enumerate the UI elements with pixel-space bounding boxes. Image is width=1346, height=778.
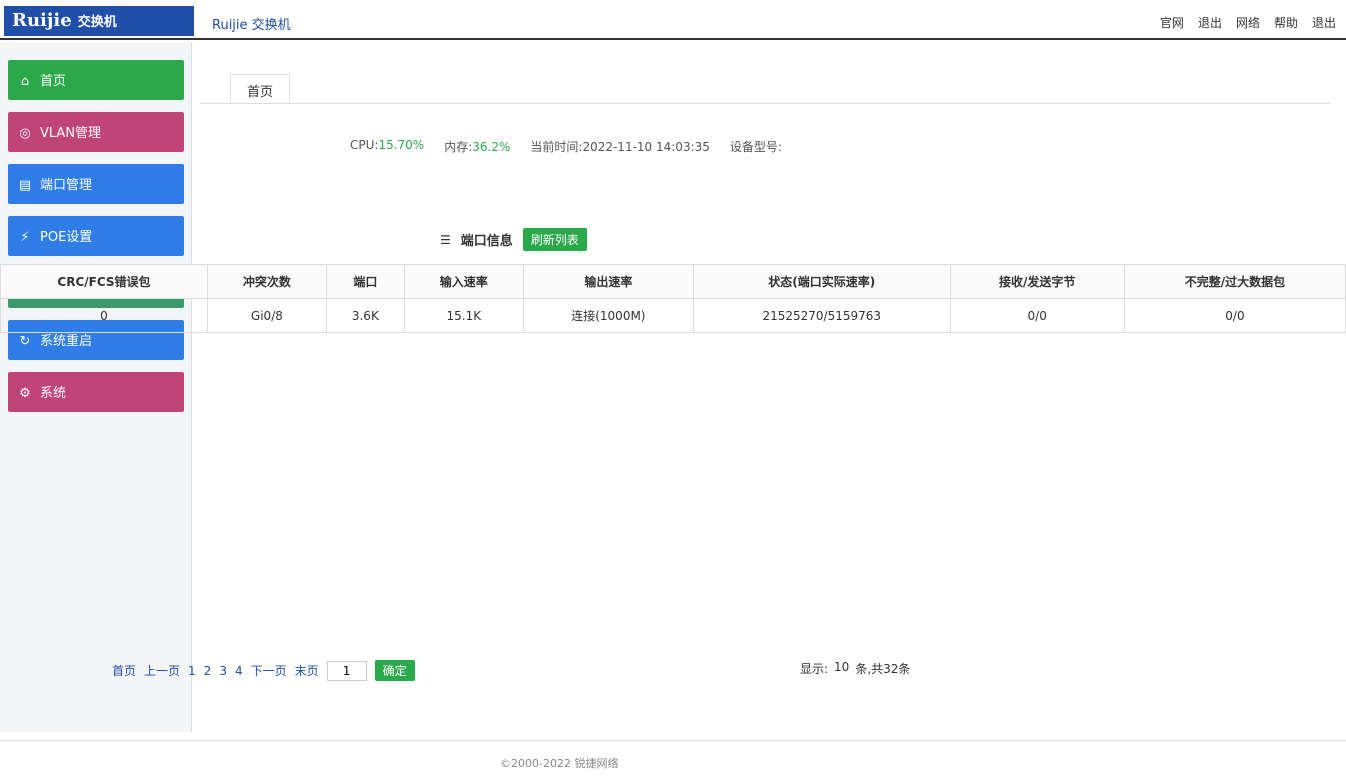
- sidebar-item-label: 系统重启: [40, 334, 93, 349]
- sidebar-item-label: 系统: [40, 386, 67, 401]
- poe-icon: ⚡: [20, 230, 30, 245]
- sidebar-item-label: 端口管理: [40, 178, 93, 193]
- list-icon: ☰: [440, 232, 451, 247]
- first-page-link[interactable]: 首页: [112, 662, 136, 679]
- brand-logo: Ruijie 交换机: [4, 6, 194, 36]
- model-label: 设备型号:: [729, 140, 782, 154]
- page-link-4[interactable]: 4: [235, 664, 243, 678]
- total-text: 条,共32条: [855, 662, 911, 676]
- vlan-icon: ◎: [19, 126, 31, 141]
- sidebar-item-label: 首页: [40, 74, 67, 89]
- sidebar-item-port[interactable]: ▤ 端口管理: [8, 164, 184, 204]
- cell-incomplete: 0/0: [949, 298, 1125, 333]
- cpu-value: 15.70%: [378, 138, 425, 152]
- sidebar-item-poe[interactable]: ⚡ POE设置: [8, 216, 184, 256]
- prev-page-link[interactable]: 上一页: [144, 662, 180, 679]
- cell-output-rate: 15.1K: [403, 298, 524, 333]
- col-collision[interactable]: 冲突次数: [206, 264, 327, 299]
- time-label: 当前时间:: [530, 140, 583, 154]
- go-button[interactable]: 确定: [374, 660, 415, 681]
- port-section-header: ☰ 端口信息 刷新列表: [440, 228, 587, 251]
- pagination: 首页 上一页 1 2 3 4 下一页 末页 确定: [112, 660, 415, 681]
- cpu-label: CPU:: [350, 138, 379, 152]
- col-crc[interactable]: CRC/FCS错误包: [0, 264, 208, 299]
- top-bar: Ruijie 交换机 Ruijie 交换机 官网 退出 网络 帮助 退出: [0, 0, 1346, 40]
- top-link-official[interactable]: 官网: [1160, 14, 1184, 31]
- cpu-stat: CPU:15.70%: [350, 138, 424, 155]
- copyright: ©2000-2022 锐捷网络: [500, 757, 619, 770]
- col-status[interactable]: 状态(端口实际速率): [692, 264, 951, 299]
- page-link-2[interactable]: 2: [204, 664, 212, 678]
- col-input-rate[interactable]: 输入速率: [403, 264, 524, 299]
- tab-bar: 首页: [200, 66, 1330, 104]
- sidebar: ⌂首页 ◎VLAN管理 ▤端口管理 ⚡POE设置 ⛨安全 ↻系统重启 ⚙系统: [0, 42, 192, 732]
- logo-text: Ruijie: [12, 10, 72, 31]
- footer: ©2000-2022 锐捷网络: [0, 740, 1346, 778]
- top-links: 官网 退出 网络 帮助 退出: [1160, 14, 1336, 31]
- top-link-exit[interactable]: 退出: [1312, 14, 1336, 31]
- table-row: 0 Gi0/8 3.6K 15.1K 连接(1000M) 21525270/51…: [0, 298, 1346, 333]
- restart-icon: ↻: [19, 334, 31, 349]
- cell-bytes: 21525270/5159763: [692, 298, 951, 333]
- page-link-1[interactable]: 1: [188, 664, 196, 678]
- top-link-network[interactable]: 网络: [1236, 14, 1260, 31]
- time-stat: 当前时间:2022-11-10 14:03:35: [530, 138, 710, 155]
- port-section-title: 端口信息: [460, 234, 513, 249]
- page-link-3[interactable]: 3: [219, 664, 227, 678]
- sidebar-item-label: VLAN管理: [40, 126, 102, 141]
- top-link-help[interactable]: 帮助: [1274, 14, 1298, 31]
- col-output-rate[interactable]: 输出速率: [522, 264, 694, 299]
- page-size-select[interactable]: 10: [834, 660, 849, 677]
- sidebar-item-system[interactable]: ⚙ 系统: [8, 372, 184, 412]
- table-header-row: CRC/FCS错误包 冲突次数 端口 输入速率 输出速率 状态(端口实际速率) …: [0, 264, 1346, 299]
- sidebar-item-label: POE设置: [40, 230, 93, 245]
- col-incomplete[interactable]: 不完整/过大数据包: [1123, 264, 1346, 299]
- tab-home[interactable]: 首页: [230, 74, 291, 102]
- col-bytes[interactable]: 接收/发送字节: [949, 264, 1125, 299]
- top-link-logout[interactable]: 退出: [1198, 14, 1222, 31]
- cell-input-rate: 3.6K: [325, 298, 405, 333]
- port-icon: ▤: [18, 178, 32, 193]
- display-label: 显示:: [800, 662, 829, 676]
- port-table: CRC/FCS错误包 冲突次数 端口 输入速率 输出速率 状态(端口实际速率) …: [0, 264, 1346, 333]
- cell-port: Gi0/8: [206, 298, 327, 333]
- cell-crc: 0: [0, 298, 208, 333]
- cell-status: 连接(1000M): [522, 298, 694, 333]
- next-page-link[interactable]: 下一页: [251, 662, 287, 679]
- device-label[interactable]: Ruijie 交换机: [212, 14, 291, 33]
- mem-label: 内存:: [444, 140, 473, 154]
- mem-stat: 内存:36.2%: [444, 138, 510, 155]
- sidebar-item-vlan[interactable]: ◎ VLAN管理: [8, 112, 184, 152]
- cell-oversize: 0/0: [1123, 298, 1346, 333]
- col-port[interactable]: 端口: [325, 264, 405, 299]
- time-value: 2022-11-10 14:03:35: [582, 140, 710, 154]
- last-page-link[interactable]: 末页: [295, 662, 319, 679]
- mem-value: 36.2%: [472, 140, 511, 154]
- system-icon: ⚙: [19, 386, 31, 401]
- sidebar-item-home[interactable]: ⌂ 首页: [8, 60, 184, 100]
- logo-sub: 交换机: [77, 15, 117, 30]
- refresh-button[interactable]: 刷新列表: [522, 228, 587, 251]
- device-stats: CPU:15.70% 内存:36.2% 当前时间:2022-11-10 14:0…: [350, 128, 1330, 198]
- home-icon: ⌂: [20, 74, 30, 89]
- page-input[interactable]: [326, 660, 367, 681]
- page-summary: 显示: 10 条,共32条: [800, 660, 910, 677]
